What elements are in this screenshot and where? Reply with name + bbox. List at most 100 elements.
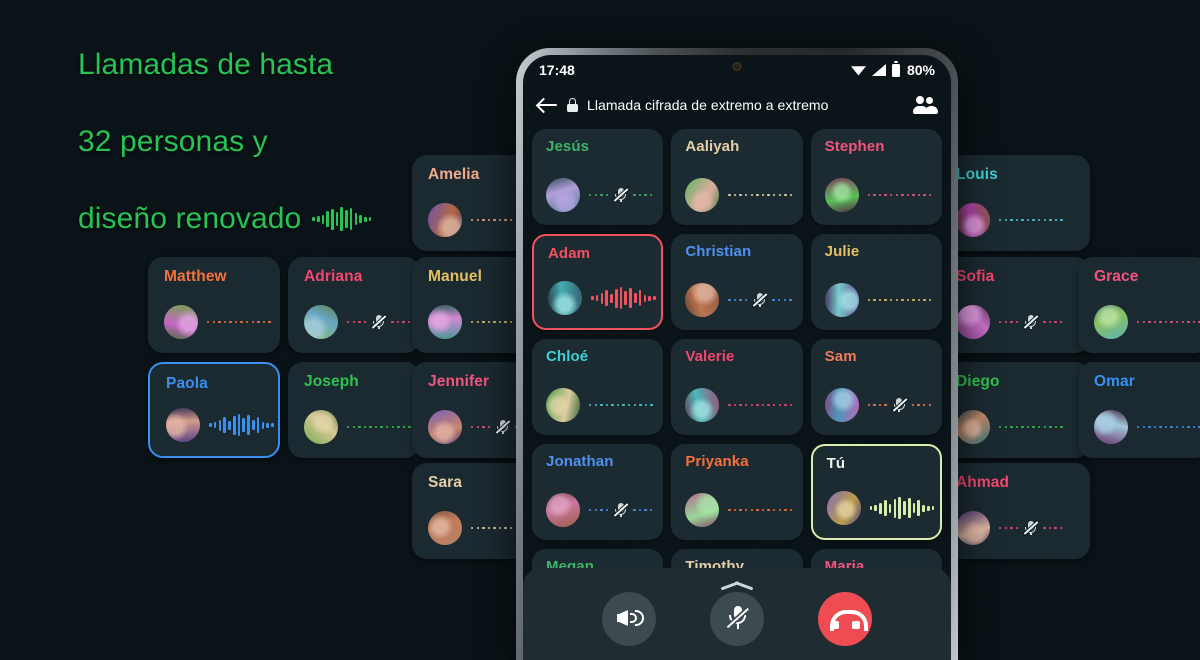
phone-screen: 17:48 80% Llamada cifrada de extremo a e…: [523, 55, 951, 660]
participant-tile[interactable]: Jonathan: [532, 444, 664, 540]
group-people-icon[interactable]: [912, 96, 939, 114]
background-participant-tile: Sofia: [940, 257, 1090, 353]
muted-indicator: [999, 314, 1063, 331]
participant-name: Priyanka: [685, 453, 749, 470]
muted-indicator: [347, 314, 411, 331]
headline-line-3: diseño renovado: [78, 201, 302, 235]
participant-name: Sofia: [956, 268, 995, 285]
audio-waveform-icon: [591, 287, 656, 309]
participant-name: Paola: [166, 375, 208, 392]
avatar: [546, 493, 580, 527]
background-participant-tile: Omar: [1078, 362, 1200, 458]
participant-name: Manuel: [428, 268, 482, 285]
participant-tile[interactable]: Chloé: [532, 339, 664, 435]
participant-name: Chloé: [546, 348, 589, 365]
audio-waveform-icon: [209, 414, 274, 436]
avatar: [428, 511, 462, 545]
idle-audio-indicator: [728, 508, 793, 512]
background-participant-tile: Ahmad: [940, 463, 1090, 559]
avatar: [824, 178, 859, 212]
muted-indicator: [728, 292, 792, 309]
speaker-icon: [617, 610, 644, 626]
battery-percent: 80%: [906, 62, 935, 78]
idle-audio-indicator: [728, 193, 793, 197]
headline-line-2: 32 personas y: [78, 125, 268, 159]
participant-tile[interactable]: Adam: [532, 234, 664, 330]
participant-name: Jesús: [546, 138, 590, 155]
participant-tile[interactable]: Tú: [810, 444, 942, 540]
participant-name: Sara: [428, 474, 463, 491]
background-participant-tile: Joseph: [288, 362, 420, 458]
idle-audio-indicator: [999, 218, 1063, 222]
participant-name: Christian: [685, 243, 752, 260]
background-participant-tile: Diego: [940, 362, 1090, 458]
participant-tile[interactable]: Julie: [810, 234, 942, 330]
avatar: [548, 281, 582, 315]
avatar: [685, 493, 720, 527]
participant-tile[interactable]: Stephen: [810, 129, 942, 225]
participant-name: Diego: [956, 373, 1000, 390]
avatar: [824, 283, 859, 317]
back-arrow-icon[interactable]: [537, 96, 558, 114]
participant-name: Valerie: [685, 348, 735, 365]
avatar: [428, 203, 462, 237]
avatar: [1094, 305, 1128, 339]
call-header: Llamada cifrada de extremo a extremo: [523, 85, 951, 125]
phone-mockup: 17:48 80% Llamada cifrada de extremo a e…: [516, 48, 958, 660]
participant-name: Ahmad: [956, 474, 1010, 491]
mic-muted-icon: [1023, 520, 1039, 537]
mic-muted-icon: [613, 502, 629, 519]
participant-tile[interactable]: Aaliyah: [671, 129, 803, 225]
audio-waveform-icon: [869, 497, 935, 519]
participant-tile[interactable]: Sam: [810, 339, 942, 435]
participant-name: Adam: [548, 245, 591, 262]
muted-indicator: [589, 502, 653, 519]
mic-muted-icon: [613, 187, 629, 204]
headline-line-1: Llamadas de hasta: [78, 48, 334, 82]
participant-name: Jennifer: [428, 373, 490, 390]
end-call-button[interactable]: [818, 592, 872, 646]
participant-name: Aaliyah: [685, 138, 740, 155]
avatar: [428, 305, 462, 339]
idle-audio-indicator: [589, 403, 653, 407]
idle-audio-indicator: [1137, 425, 1200, 429]
participant-tile[interactable]: Christian: [671, 234, 803, 330]
muted-indicator: [999, 520, 1063, 537]
avatar: [304, 410, 338, 444]
participant-name: Joseph: [304, 373, 359, 390]
participant-tile[interactable]: Jesús: [532, 129, 664, 225]
participant-tile[interactable]: Valerie: [671, 339, 803, 435]
avatar: [164, 305, 198, 339]
avatar: [956, 305, 990, 339]
chevron-up-icon[interactable]: [720, 577, 754, 588]
avatar: [428, 410, 462, 444]
mic-muted-icon: [726, 606, 750, 632]
idle-audio-indicator: [867, 193, 932, 197]
avatar: [956, 410, 990, 444]
waveform-decoration-icon: [312, 206, 372, 232]
speaker-button[interactable]: [602, 592, 656, 646]
avatar: [546, 178, 580, 212]
mute-button[interactable]: [710, 592, 764, 646]
idle-audio-indicator: [1137, 320, 1200, 324]
mic-muted-icon: [752, 292, 768, 309]
participant-name: Julie: [824, 243, 860, 260]
lock-icon: [567, 98, 578, 112]
avatar: [685, 283, 720, 317]
participant-name: Stephen: [824, 138, 885, 155]
participant-name: Grace: [1094, 268, 1139, 285]
avatar: [826, 491, 861, 525]
participant-name: Sam: [824, 348, 857, 365]
avatar: [956, 511, 990, 545]
promo-stage: Llamadas de hasta 32 personas y diseño r…: [0, 0, 1200, 660]
avatar: [685, 388, 720, 422]
idle-audio-indicator: [728, 403, 793, 407]
battery-icon: [891, 61, 900, 77]
avatar: [1094, 410, 1128, 444]
participant-tile[interactable]: Priyanka: [671, 444, 803, 540]
participant-name: Amelia: [428, 166, 480, 183]
mic-muted-icon: [1023, 314, 1039, 331]
background-participant-tile: Grace: [1078, 257, 1200, 353]
muted-indicator: [867, 397, 931, 414]
idle-audio-indicator: [867, 298, 932, 302]
